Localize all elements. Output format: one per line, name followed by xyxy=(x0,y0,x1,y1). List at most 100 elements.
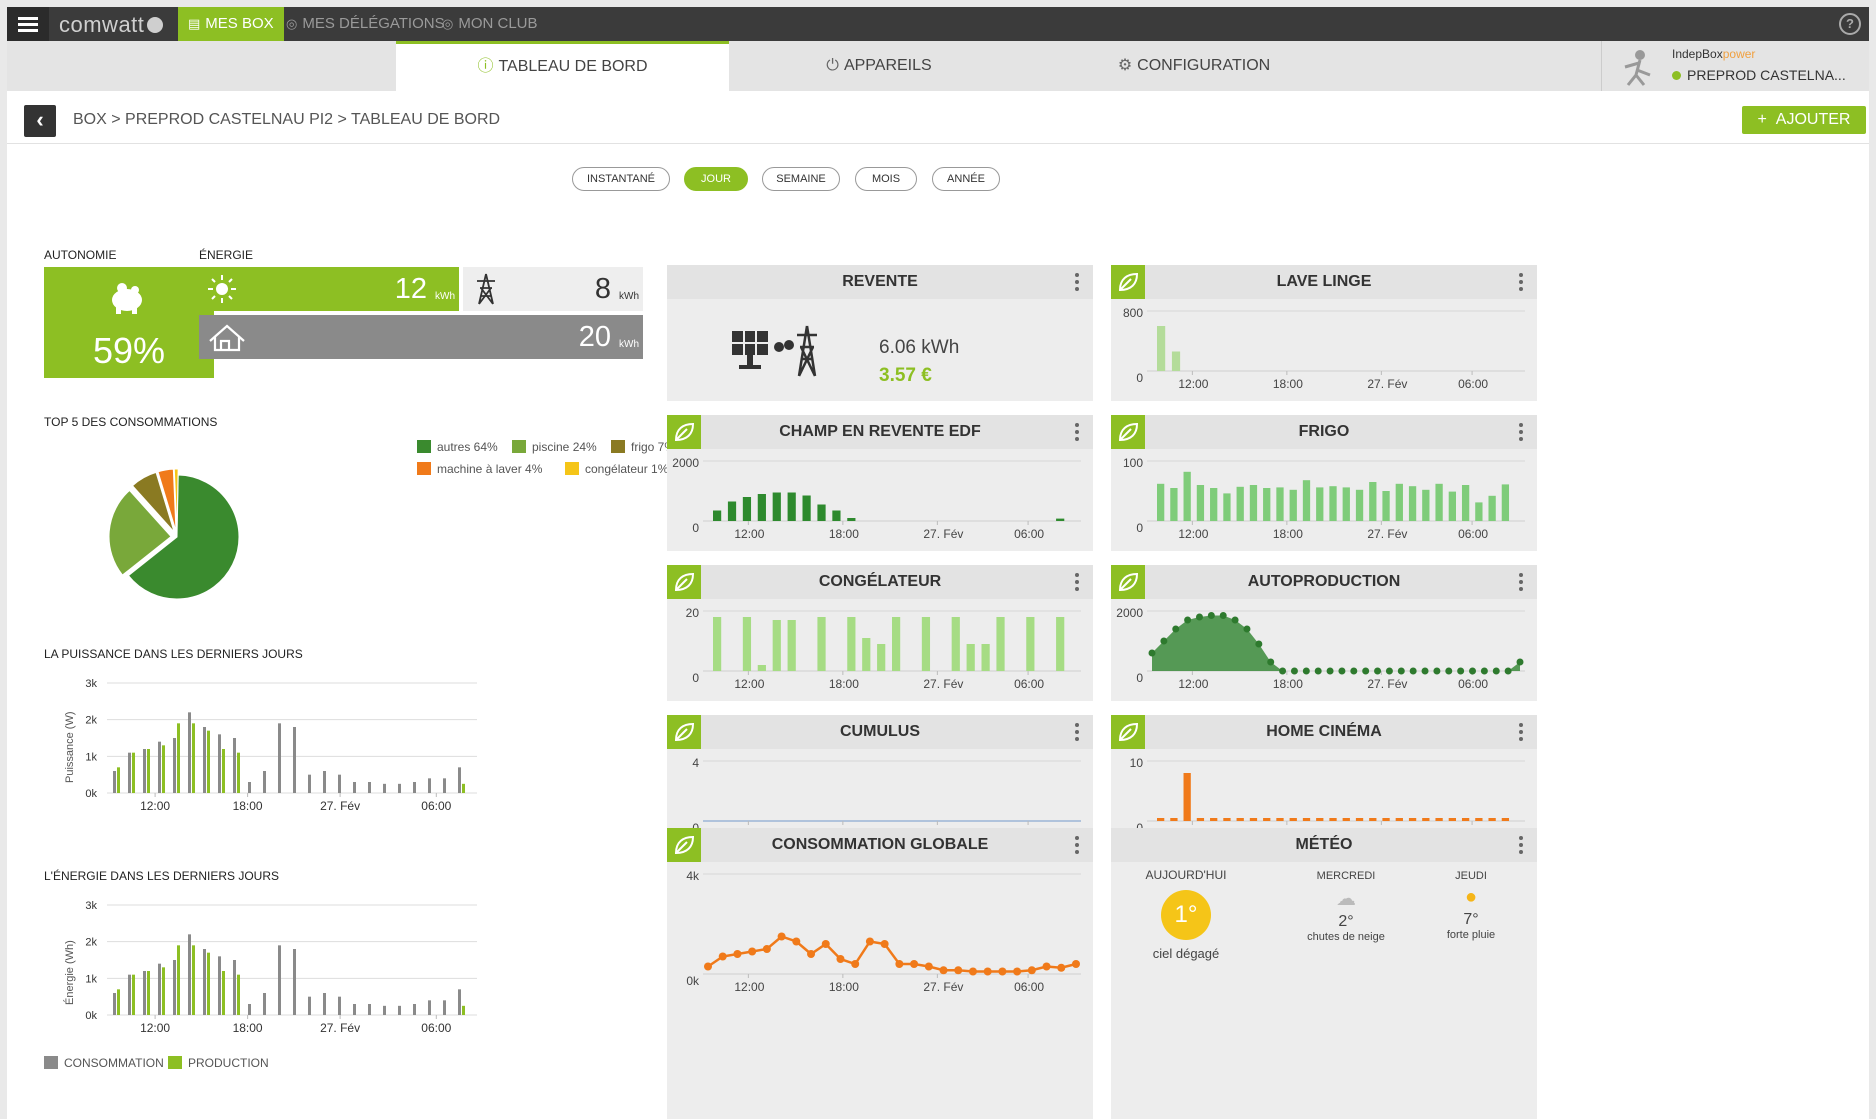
bar xyxy=(248,782,251,793)
point xyxy=(1338,667,1346,675)
back-button[interactable]: ‹ xyxy=(24,105,56,137)
x-tick-label: 18:00 xyxy=(1272,527,1303,541)
tab-appareils[interactable]: ⏻ APPAREILS xyxy=(729,41,1029,91)
period-semaine[interactable]: SEMAINE xyxy=(762,167,840,191)
y-max-label: 800 xyxy=(1122,306,1143,320)
bar xyxy=(1382,818,1390,821)
legend-item[interactable]: machine à laver 4% xyxy=(417,462,542,476)
energie-jours-title: L'ÉNERGIE DANS LES DERNIERS JOURS xyxy=(44,869,280,883)
bar xyxy=(143,971,146,1015)
point xyxy=(968,967,977,976)
bar xyxy=(1461,485,1470,521)
kebab-menu-icon[interactable] xyxy=(1075,423,1079,441)
consommation-value: 20 xyxy=(578,321,611,353)
point xyxy=(1421,667,1429,675)
kebab-menu-icon[interactable] xyxy=(1519,273,1523,291)
production-unit: kWh xyxy=(435,291,455,302)
bar xyxy=(996,617,1005,671)
point xyxy=(998,967,1007,976)
point xyxy=(1326,667,1334,675)
bar xyxy=(338,774,341,793)
kebab-menu-icon[interactable] xyxy=(1519,723,1523,741)
bar xyxy=(1395,483,1403,521)
bar xyxy=(162,745,165,793)
bar xyxy=(143,749,146,793)
period-instantane[interactable]: INSTANTANÉ xyxy=(572,167,670,191)
bar xyxy=(981,644,990,671)
tab-mon-club[interactable]: ◎ MON CLUB xyxy=(432,7,548,41)
point xyxy=(1148,649,1156,657)
bar xyxy=(713,617,722,671)
bar xyxy=(1448,491,1456,521)
weather-day-label: AUJOURD'HUI xyxy=(1145,868,1227,882)
bar xyxy=(1223,493,1231,521)
period-jour[interactable]: JOUR xyxy=(684,167,748,191)
y-tick-label: 3k xyxy=(85,900,97,912)
period-mois[interactable]: MOIS xyxy=(855,167,917,191)
leaf-icon[interactable] xyxy=(667,565,701,599)
x-tick-label: 27. Fév xyxy=(320,799,360,813)
club-icon: ◎ xyxy=(442,16,454,31)
solar-to-grid-icon xyxy=(732,325,817,377)
point xyxy=(1184,616,1192,624)
kebab-menu-icon[interactable] xyxy=(1075,573,1079,591)
point xyxy=(1302,667,1310,675)
tab-mes-box[interactable]: ▤ MES BOX xyxy=(178,7,284,41)
kebab-menu-icon[interactable] xyxy=(1075,273,1079,291)
sub-navbar: ⓘ TABLEAU DE BORD ⏻ APPAREILS ⚙ CONFIGURATI… xyxy=(7,41,1869,91)
chevron-left-icon: ‹ xyxy=(36,107,44,132)
leaf-icon[interactable] xyxy=(1111,415,1145,449)
y-min-label: 0 xyxy=(1136,371,1143,385)
bar xyxy=(1355,489,1364,521)
house-icon xyxy=(209,324,245,352)
kebab-menu-icon[interactable] xyxy=(1519,423,1523,441)
add-button[interactable]: + AJOUTER xyxy=(1742,106,1866,134)
tab-mes-delegations[interactable]: ◎ MES DÉLÉGATIONS xyxy=(276,7,455,41)
tab-tableau-de-bord[interactable]: ⓘ TABLEAU DE BORD xyxy=(396,41,729,91)
bar xyxy=(147,749,150,793)
kebab-menu-icon[interactable] xyxy=(1075,836,1079,854)
card-title: LAVE LINGE xyxy=(1111,265,1537,299)
card-champ: CHAMP EN REVENTE EDF 2000 0 12:00 18:00 27… xyxy=(667,415,1093,551)
x-tick-label: 18:00 xyxy=(233,799,263,813)
series-line xyxy=(707,935,1077,973)
help-icon[interactable]: ? xyxy=(1839,13,1861,35)
bar xyxy=(188,712,191,793)
legend-item[interactable]: autres 64% xyxy=(417,440,498,454)
x-tick-label: 18:00 xyxy=(233,1021,263,1035)
bar xyxy=(757,665,766,671)
legend-item[interactable]: piscine 24% xyxy=(512,440,597,454)
top-navbar: comwatt ▤ MES BOX ◎ MES DÉLÉGATIONS ◎ MON C… xyxy=(7,7,1869,41)
bar xyxy=(1302,818,1311,821)
y-axis-label: Puissance (W) xyxy=(64,711,76,783)
kebab-menu-icon[interactable] xyxy=(1075,723,1079,741)
menu-icon[interactable] xyxy=(7,7,49,41)
leaf-icon[interactable] xyxy=(1111,565,1145,599)
reseau-unit: kWh xyxy=(619,291,639,302)
legend-item[interactable]: frigo 7% xyxy=(611,440,675,454)
leaf-icon[interactable] xyxy=(667,828,701,862)
leaf-icon[interactable] xyxy=(1111,715,1145,749)
leaf-icon[interactable] xyxy=(667,415,701,449)
period-annee[interactable]: ANNÉE xyxy=(932,167,1000,191)
bar xyxy=(1210,488,1218,521)
point xyxy=(733,950,742,958)
bar xyxy=(1488,818,1496,821)
x-tick-label: 06:00 xyxy=(1014,980,1045,994)
y-max-label: 2000 xyxy=(1116,606,1143,620)
piggy-bank-icon xyxy=(112,283,142,314)
kebab-menu-icon[interactable] xyxy=(1519,836,1523,854)
leaf-icon[interactable] xyxy=(1111,265,1145,299)
point xyxy=(1445,667,1453,675)
bar xyxy=(353,1004,356,1015)
point xyxy=(910,960,919,968)
box-selector[interactable]: IndepBoxpower PREPROD CASTELNA... xyxy=(1601,41,1869,91)
app-window: comwatt ▤ MES BOX ◎ MES DÉLÉGATIONS ◎ MON C… xyxy=(7,7,1869,1119)
bar xyxy=(218,956,221,1015)
snow-cloud-icon: ☁ xyxy=(1336,888,1356,910)
kebab-menu-icon[interactable] xyxy=(1519,573,1523,591)
tab-configuration[interactable]: ⚙ CONFIGURATION xyxy=(1029,41,1359,91)
bar xyxy=(1276,818,1284,821)
legend-item[interactable]: congélateur 1% xyxy=(565,462,668,476)
leaf-icon[interactable] xyxy=(667,715,701,749)
